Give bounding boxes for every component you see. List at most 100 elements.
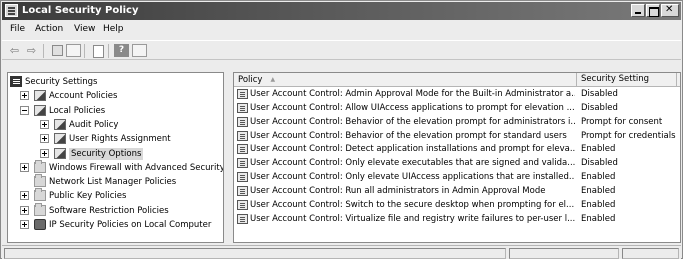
menu-view[interactable]: View	[74, 24, 95, 34]
tree-item-software-restriction-policies[interactable]: Software Restriction Policies	[8, 202, 223, 217]
column-label-policy: Policy	[238, 75, 263, 85]
policy-setting-icon	[237, 199, 248, 210]
expand-icon[interactable]	[40, 119, 49, 129]
export-list-icon[interactable]	[90, 44, 105, 58]
toolbar-separator	[43, 44, 44, 58]
policy-icon	[54, 133, 66, 145]
tree-item-security-settings[interactable]: Security Settings	[8, 76, 223, 88]
policy-icon	[34, 90, 46, 102]
window-title: Local Security Policy	[22, 5, 139, 16]
table-row[interactable]: User Account Control: Switch to the secu…	[234, 199, 680, 211]
tree-item-audit-policy[interactable]: Audit Policy	[8, 118, 223, 131]
policy-name: User Account Control: Virtualize file an…	[250, 213, 575, 224]
close-button[interactable]	[661, 4, 679, 17]
toolbar-separator	[108, 44, 109, 58]
policy-name: User Account Control: Detect application…	[250, 144, 575, 155]
status-segment	[4, 248, 506, 259]
table-row[interactable]: User Account Control: Virtualize file an…	[234, 213, 680, 225]
tree-item-public-key-policies[interactable]: Public Key Policies	[8, 188, 223, 202]
menu-action[interactable]: Action	[35, 24, 63, 34]
policy-setting-icon	[237, 185, 248, 196]
folder-icon	[34, 188, 46, 202]
menu-bar: File Action View Help	[2, 21, 681, 39]
tree-item-security-options[interactable]: Security Options	[8, 147, 223, 160]
column-header-extra[interactable]	[677, 73, 680, 87]
help-icon[interactable]: ?	[114, 44, 129, 57]
security-setting-value: Disabled	[581, 89, 618, 99]
collapse-icon[interactable]	[20, 105, 29, 115]
tree-item-ip-security-policies-on-local-computer[interactable]: IP Security Policies on Local Computer	[8, 219, 223, 231]
tree-item-label: Local Policies	[49, 105, 106, 116]
tree-item-label: IP Security Policies on Local Computer	[49, 220, 212, 230]
folder-icon	[34, 174, 46, 188]
security-setting-value: Prompt for credentials	[581, 130, 676, 141]
table-row[interactable]: User Account Control: Behavior of the el…	[234, 130, 680, 142]
status-segment	[622, 248, 679, 259]
expand-icon[interactable]	[40, 134, 49, 144]
table-row[interactable]: User Account Control: Detect application…	[234, 143, 680, 155]
console-tree: Security Settings Account Policies Local P…	[7, 72, 224, 243]
security-setting-value: Disabled	[581, 158, 618, 169]
table-row[interactable]: User Account Control: Admin Approval Mod…	[234, 88, 680, 100]
menu-help[interactable]: Help	[103, 24, 124, 34]
expand-icon[interactable]	[20, 220, 29, 229]
expand-icon[interactable]	[20, 91, 29, 101]
table-row[interactable]: User Account Control: Allow UIAccess app…	[234, 102, 680, 114]
maximize-button[interactable]	[646, 4, 660, 17]
policy-setting-icon	[237, 144, 248, 155]
tree-item-label: Audit Policy	[69, 119, 119, 130]
minimize-button[interactable]	[631, 4, 645, 17]
tree-item-label: Network List Manager Policies	[49, 177, 177, 188]
policy-name: User Account Control: Behavior of the el…	[250, 130, 567, 141]
local-security-policy-window: Local Security Policy File Action View H…	[0, 0, 683, 259]
security-setting-value: Enabled	[581, 199, 616, 210]
list-header: Policy ▲ Security Setting	[234, 73, 680, 87]
tree-item-label: Public Key Policies	[49, 191, 127, 202]
table-row[interactable]: User Account Control: Run all administra…	[234, 185, 680, 197]
tree-item-label: Windows Firewall with Advanced Security	[49, 162, 224, 173]
toolbar-separator	[84, 44, 85, 58]
forward-arrow-icon[interactable]: ⇨	[24, 44, 39, 57]
tree-item-label: Account Policies	[49, 91, 118, 102]
expand-icon[interactable]	[20, 162, 29, 172]
security-setting-value: Prompt for consent	[581, 116, 663, 127]
policy-icon	[54, 147, 66, 159]
security-setting-value: Enabled	[581, 185, 616, 196]
policy-setting-icon	[237, 116, 248, 127]
tree-item-label: Software Restriction Policies	[49, 205, 169, 216]
sort-ascending-icon: ▲	[270, 76, 276, 83]
tree-item-label: Security Options	[69, 147, 144, 160]
security-policy-app-icon	[5, 4, 18, 17]
show-hide-action-pane-icon[interactable]	[132, 44, 147, 57]
security-setting-value: Enabled	[581, 144, 616, 155]
column-header-security-setting[interactable]: Security Setting	[577, 73, 677, 87]
policy-name: User Account Control: Switch to the secu…	[250, 199, 575, 210]
security-setting-value: Enabled	[581, 213, 616, 224]
up-one-level-icon[interactable]	[49, 44, 64, 57]
menu-file[interactable]: File	[10, 24, 25, 34]
policy-setting-icon	[237, 130, 248, 141]
policy-setting-icon	[237, 102, 248, 113]
tree-item-windows-firewall-with-advanced-security[interactable]: Windows Firewall with Advanced Security	[8, 159, 224, 174]
policy-name: User Account Control: Allow UIAccess app…	[250, 102, 575, 113]
expand-icon[interactable]	[20, 191, 29, 201]
title-bar[interactable]: Local Security Policy	[2, 2, 681, 20]
table-row[interactable]: User Account Control: Only elevate execu…	[234, 157, 680, 169]
column-header-policy[interactable]: Policy ▲	[234, 73, 577, 87]
folder-icon	[34, 159, 46, 173]
tree-item-account-policies[interactable]: Account Policies	[8, 90, 223, 102]
policy-name: User Account Control: Only elevate execu…	[250, 158, 575, 169]
folder-icon	[34, 202, 46, 216]
policy-name: User Account Control: Only elevate UIAcc…	[250, 172, 575, 183]
policy-name: User Account Control: Run all administra…	[250, 185, 546, 196]
expand-icon[interactable]	[40, 148, 49, 158]
table-row[interactable]: User Account Control: Behavior of the el…	[234, 116, 680, 128]
policy-setting-icon	[237, 158, 248, 169]
tree-item-user-rights-assignment[interactable]: User Rights Assignment	[8, 133, 223, 145]
back-arrow-icon[interactable]: ⇦	[7, 44, 22, 57]
tree-item-network-list-manager-policies[interactable]: Network List Manager Policies	[8, 174, 223, 188]
tree-item-local-policies[interactable]: Local Policies	[8, 104, 223, 117]
show-hide-console-tree-icon[interactable]	[66, 44, 81, 57]
expand-icon[interactable]	[20, 205, 29, 215]
table-row[interactable]: User Account Control: Only elevate UIAcc…	[234, 171, 680, 183]
